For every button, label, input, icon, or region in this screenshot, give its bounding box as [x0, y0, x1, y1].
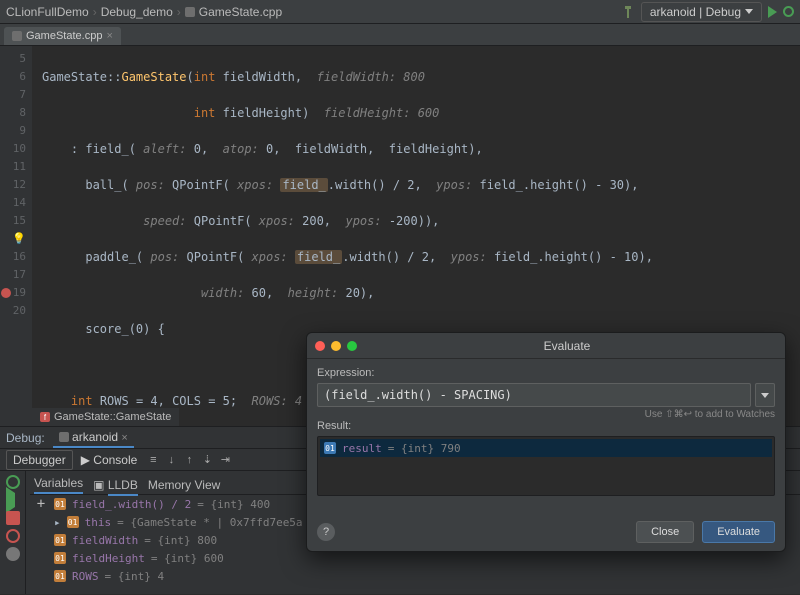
- close-icon[interactable]: ×: [106, 30, 112, 42]
- expression-label: Expression:: [317, 367, 775, 379]
- mute-breakpoints-icon[interactable]: [6, 547, 20, 561]
- console-tab[interactable]: ▶ Console: [75, 451, 144, 469]
- dialog-titlebar[interactable]: Evaluate: [307, 333, 785, 359]
- expression-input[interactable]: [317, 383, 751, 407]
- intention-bulb-icon[interactable]: 💡: [12, 232, 26, 245]
- breadcrumb-project[interactable]: CLionFullDemo: [6, 5, 89, 19]
- run-config-label: arkanoid | Debug: [650, 5, 741, 19]
- help-icon[interactable]: ?: [317, 523, 335, 541]
- var-name[interactable]: fieldWidth: [72, 534, 138, 547]
- minimize-window-icon[interactable]: [331, 341, 341, 351]
- zoom-window-icon[interactable]: [347, 341, 357, 351]
- step-force-icon[interactable]: ⇣: [199, 452, 215, 468]
- breakpoint-icon[interactable]: [1, 288, 11, 298]
- debug-icon[interactable]: [783, 6, 794, 17]
- chevron-right-icon: ›: [93, 5, 97, 19]
- debug-process-tab[interactable]: arkanoid ×: [53, 428, 134, 448]
- navigation-bar: CLionFullDemo › Debug_demo › GameState.c…: [0, 0, 800, 24]
- run-to-cursor-icon[interactable]: ⇥: [217, 452, 233, 468]
- chevron-right-icon: ›: [177, 5, 181, 19]
- step-out-icon[interactable]: ↑: [181, 452, 197, 468]
- run-icon[interactable]: [768, 6, 777, 18]
- var-name[interactable]: this: [85, 516, 112, 529]
- breadcrumb-file[interactable]: GameState.cpp: [199, 5, 282, 19]
- result-row[interactable]: 01 result = {int} 790: [320, 439, 772, 457]
- view-breakpoints-icon[interactable]: [6, 529, 20, 543]
- var-name[interactable]: fieldHeight: [72, 552, 145, 565]
- var-name[interactable]: ROWS: [72, 570, 99, 583]
- chevron-down-icon: [745, 9, 753, 14]
- app-icon: [59, 432, 69, 442]
- step-over-icon[interactable]: ≡: [145, 452, 161, 468]
- var-badge-icon: 01: [67, 516, 79, 528]
- structure-breadcrumb[interactable]: f GameState::GameState: [32, 408, 179, 426]
- debug-side-buttons: [0, 471, 26, 594]
- chevron-down-icon: [761, 393, 769, 398]
- var-badge-icon: 01: [54, 534, 66, 546]
- variables-subtab[interactable]: Variables: [34, 476, 83, 494]
- window-controls[interactable]: [315, 341, 357, 351]
- close-icon[interactable]: ×: [121, 432, 127, 444]
- debugger-tab[interactable]: Debugger: [6, 450, 73, 470]
- editor-tab-strip: GameState.cpp ×: [0, 24, 800, 46]
- evaluate-dialog: Evaluate Expression: Use ⇧⌘↩ to add to W…: [306, 332, 786, 552]
- result-tree[interactable]: 01 result = {int} 790: [317, 436, 775, 496]
- dialog-title: Evaluate: [357, 339, 777, 353]
- close-button[interactable]: Close: [636, 521, 694, 543]
- evaluate-button[interactable]: Evaluate: [702, 521, 775, 543]
- resume-icon[interactable]: [6, 493, 20, 507]
- watches-hint: Use ⇧⌘↩ to add to Watches: [317, 409, 775, 420]
- breadcrumb-folder[interactable]: Debug_demo: [101, 5, 173, 19]
- gutter: 567 8910 1112 1415 💡 16 17 19 20: [0, 46, 32, 426]
- var-badge-icon: 01: [54, 552, 66, 564]
- stop-icon[interactable]: [6, 511, 20, 525]
- editor-tab[interactable]: GameState.cpp ×: [4, 27, 121, 45]
- memory-view-subtab[interactable]: Memory View: [148, 478, 220, 492]
- expression-history-dropdown[interactable]: [755, 383, 775, 407]
- result-value: = {int} 790: [388, 442, 461, 455]
- var-badge-icon: 01: [54, 570, 66, 582]
- result-name: result: [342, 442, 382, 455]
- editor-tab-label: GameState.cpp: [26, 30, 102, 42]
- close-window-icon[interactable]: [315, 341, 325, 351]
- var-badge-icon: 01: [324, 442, 336, 454]
- var-name[interactable]: field_.width() / 2: [72, 498, 191, 511]
- debug-title: Debug:: [6, 431, 45, 445]
- build-icon[interactable]: [623, 6, 635, 18]
- step-into-icon[interactable]: ↓: [163, 452, 179, 468]
- run-config-selector[interactable]: arkanoid | Debug: [641, 2, 762, 22]
- cpp-file-icon: [12, 31, 22, 41]
- function-badge-icon: f: [40, 412, 50, 422]
- var-badge-icon: 01: [54, 498, 66, 510]
- lldb-subtab[interactable]: ▣ LLDB: [93, 478, 138, 492]
- result-label: Result:: [317, 420, 775, 432]
- add-watch-icon[interactable]: +: [34, 496, 48, 512]
- cpp-file-icon: [185, 7, 195, 17]
